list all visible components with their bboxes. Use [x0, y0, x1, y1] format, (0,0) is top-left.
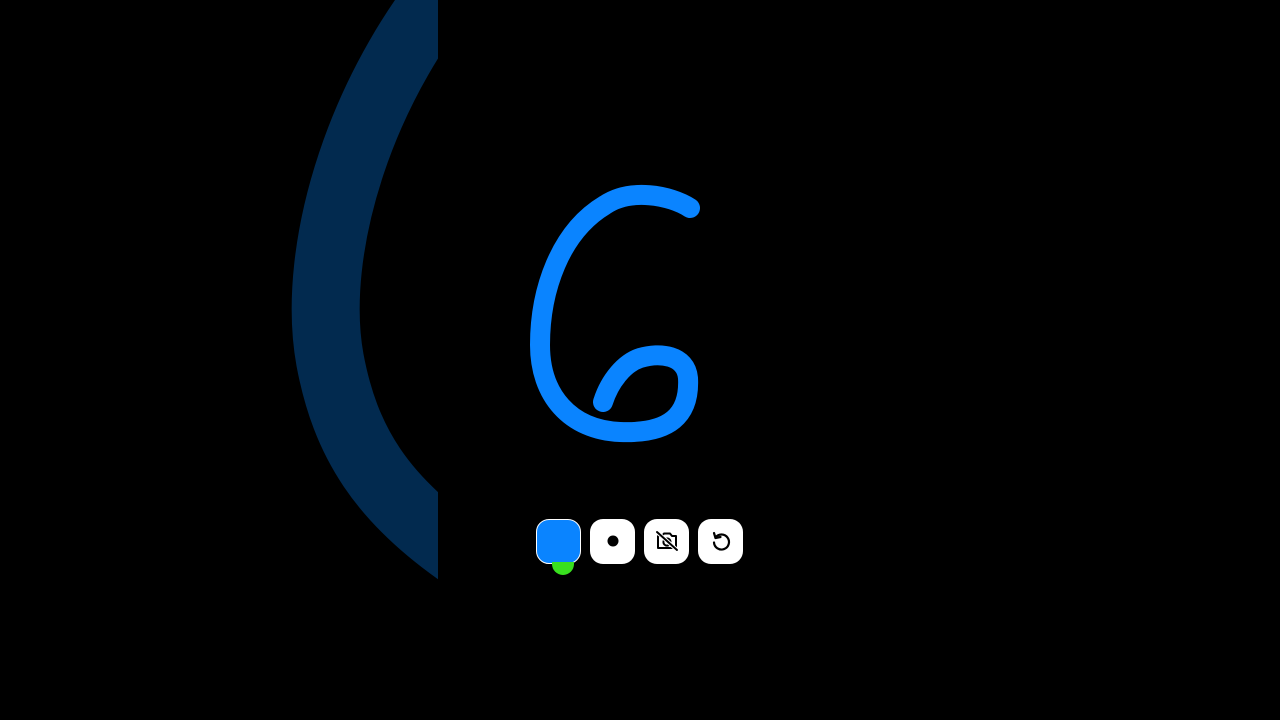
drawn-stroke [530, 184, 700, 443]
camera-toggle-button[interactable]: camera-off-icon [644, 518, 689, 564]
drawing-canvas[interactable] [0, 0, 1280, 720]
camera-toggle-label: camera-off-icon [644, 519, 645, 520]
brush-size-button[interactable]: dot-icon [590, 518, 635, 564]
color-swatch-button[interactable]: color-swatch [536, 518, 581, 564]
dot-icon [607, 535, 618, 547]
toolbar: color-swatch dot-icon camera-off-icon ro… [536, 518, 743, 564]
drawing-stage[interactable]: color-swatch dot-icon camera-off-icon ro… [0, 0, 1280, 720]
rotate-ccw-icon [712, 531, 730, 551]
color-swatch-label: color-swatch [537, 520, 538, 521]
reset-label: rotate-ccw-icon [698, 519, 699, 520]
brush-size-label: dot-icon [590, 519, 591, 520]
camera-off-icon [655, 530, 678, 552]
reset-button[interactable]: rotate-ccw-icon [698, 518, 743, 564]
